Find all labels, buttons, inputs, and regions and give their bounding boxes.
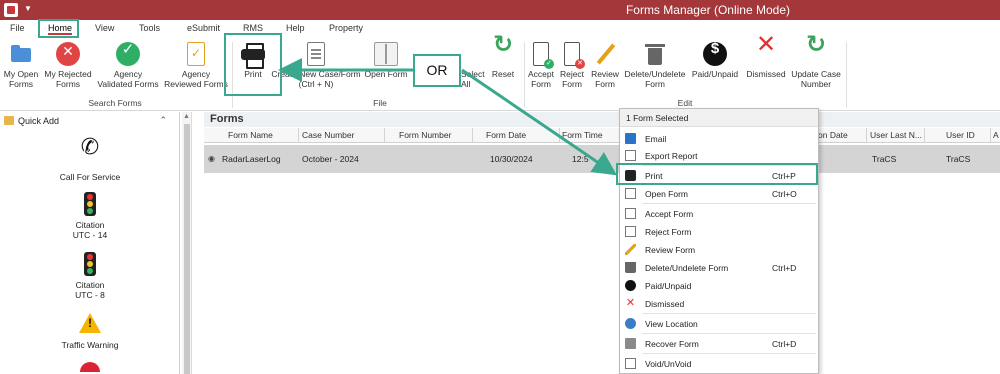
context-menu-header: 1 Form Selected	[620, 109, 818, 127]
red-x-icon: ✕	[625, 297, 636, 309]
menu-item-view-location[interactable]: View Location	[620, 315, 818, 332]
menu-item-delete-undelete-form[interactable]: Delete/Undelete Form Ctrl+D	[620, 259, 818, 276]
menu-item-review-form[interactable]: Review Form	[620, 241, 818, 258]
menu-item-dismissed[interactable]: ✕ Dismissed	[620, 295, 818, 312]
menu-item-email[interactable]: Email	[620, 130, 818, 147]
accept-form-icon	[625, 208, 636, 219]
menu-item-recover-form[interactable]: Recover Form Ctrl+D	[620, 335, 818, 352]
recover-icon	[625, 338, 636, 349]
context-print-highlight-box	[616, 163, 818, 185]
menu-item-paid-unpaid[interactable]: Paid/Unpaid	[620, 277, 818, 294]
forms-manager-window: ▼ Forms Manager (Online Mode) File Home …	[0, 0, 1000, 374]
menu-item-open-form[interactable]: Open Form Ctrl+O	[620, 185, 818, 202]
menu-item-export-report[interactable]: Export Report	[620, 147, 818, 164]
context-menu: 1 Form Selected Email Export Report Prin…	[619, 108, 819, 374]
reject-form-icon	[625, 226, 636, 237]
dollar-icon	[625, 280, 636, 291]
open-form-icon	[625, 188, 636, 199]
export-report-icon	[625, 150, 636, 161]
void-icon	[625, 358, 636, 369]
trash-icon	[625, 262, 636, 273]
menu-item-reject-form[interactable]: Reject Form	[620, 223, 818, 240]
pencil-icon	[625, 244, 636, 255]
email-icon	[625, 133, 636, 144]
menu-separator	[642, 313, 816, 314]
menu-item-accept-form[interactable]: Accept Form	[620, 205, 818, 222]
globe-icon	[625, 318, 636, 329]
callout-arrows	[278, 58, 617, 176]
arrow-to-context-print	[461, 68, 617, 176]
menu-separator	[642, 353, 816, 354]
menu-separator	[642, 203, 816, 204]
menu-separator	[642, 333, 816, 334]
menu-item-void-unvoid[interactable]: Void/UnVoid	[620, 355, 818, 372]
